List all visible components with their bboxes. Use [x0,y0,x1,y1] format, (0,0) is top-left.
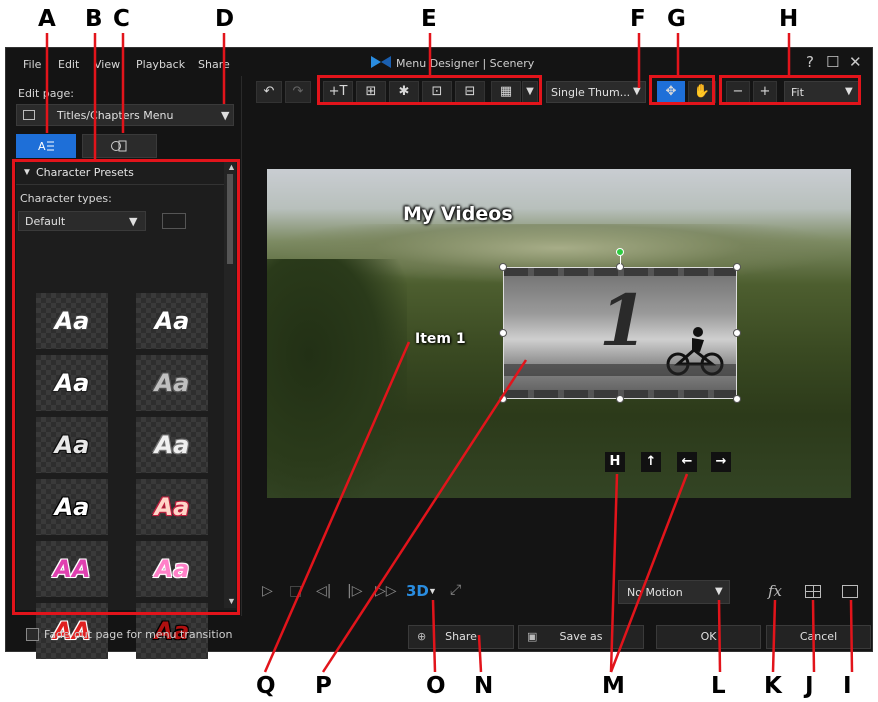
callout-o: O [426,673,446,699]
callout-p: P [315,673,332,699]
stop-icon[interactable]: □ [289,583,302,599]
callout-g: G [667,6,686,32]
thumbnail-layout-dropdown[interactable]: Single Thum... ▼ [546,81,646,103]
grid-lines-icon[interactable] [842,585,858,598]
fullscreen-icon[interactable]: ⤢ [450,582,461,598]
resize-handle[interactable] [499,263,507,271]
fast-forward-icon[interactable]: ▷▷ [375,583,397,599]
chevron-down-icon: ▼ [633,86,641,97]
fade-out-label: Fade-out page for menu transition [44,628,233,641]
menu-playback[interactable]: Playback [136,58,185,71]
3d-mode-button[interactable]: 3D [406,582,429,600]
resize-handle[interactable] [499,395,507,403]
object-tools-highlight [317,75,542,105]
menu-title-text[interactable]: My Videos [403,203,513,225]
edit-page-dropdown[interactable]: Titles/Chapters Menu ▼ [16,104,234,126]
save-as-button[interactable]: ▣ Save as [518,625,644,649]
globe-icon: ⊕ [417,630,427,643]
menu-item-text[interactable]: Item 1 [415,331,466,347]
menu-edit[interactable]: Edit [58,58,79,71]
tab-character[interactable]: A [16,134,76,158]
rotate-handle-stem [620,256,621,264]
next-frame-icon[interactable]: |▷ [347,583,362,599]
callout-f: F [630,6,646,32]
svg-text:A: A [38,140,46,153]
page-icon [23,110,35,120]
save-as-label: Save as [559,630,603,643]
resize-handle[interactable] [616,263,624,271]
close-icon[interactable]: ✕ [849,53,862,71]
cancel-button[interactable]: Cancel [766,625,871,649]
edit-page-label: Edit page: [18,87,74,100]
resize-handle[interactable] [733,263,741,271]
effects-fx-icon[interactable]: fx [768,582,782,600]
callout-a: A [38,6,56,32]
redo-icon[interactable]: ↷ [285,81,311,103]
up-nav-button[interactable]: ↑ [641,452,661,472]
play-icon[interactable]: ▷ [262,583,273,599]
text-style-icon: A [38,140,54,153]
resize-handle[interactable] [733,395,741,403]
window-title: Menu Designer | Scenery [396,57,535,70]
rotate-handle[interactable] [616,248,624,256]
thumbnail-layout-value: Single Thum... [551,86,631,99]
mode-tools-highlight [649,75,715,105]
chapter-thumbnail[interactable]: 1 [503,267,737,399]
3d-dropdown-icon[interactable]: ▼ [428,586,437,596]
countdown-number: 1 [599,279,648,362]
chevron-down-icon: ▼ [221,109,230,122]
chevron-down-icon: ▼ [715,586,723,597]
preview-canvas[interactable]: My Videos Item 1 1 H ↑ ← → [267,169,851,498]
menu-share[interactable]: Share [198,58,230,71]
callout-m: M [602,673,625,699]
menu-view[interactable]: View [94,58,120,71]
next-nav-button[interactable]: → [711,452,731,472]
callout-j: J [805,673,814,699]
callout-i: I [843,673,852,699]
callout-q: Q [256,673,276,699]
home-nav-button[interactable]: H [605,452,625,472]
zoom-tools-highlight [719,75,861,105]
callout-n: N [474,673,494,699]
share-button[interactable]: ⊕ Share [408,625,514,649]
callout-e: E [421,6,437,32]
resize-handle[interactable] [733,329,741,337]
motion-value: No Motion [627,586,683,599]
motion-dropdown[interactable]: No Motion ▼ [618,580,730,604]
menu-properties-icon [111,140,127,152]
previous-nav-button[interactable]: ← [677,452,697,472]
resize-handle[interactable] [499,329,507,337]
help-icon[interactable]: ? [806,53,814,71]
presets-highlight [12,159,240,615]
callout-b: B [85,6,103,32]
ok-button[interactable]: OK [656,625,761,649]
app-logo-icon [371,55,391,68]
panel-splitter[interactable] [241,76,242,616]
callout-d: D [215,6,235,32]
tab-menu-properties[interactable] [82,134,157,158]
callout-c: C [113,6,130,32]
save-icon: ▣ [527,630,538,643]
resize-handle[interactable] [616,395,624,403]
share-label: Share [445,630,477,643]
safe-zone-icon[interactable] [805,585,821,598]
menu-file[interactable]: File [23,58,41,71]
undo-icon[interactable]: ↶ [256,81,282,103]
callout-l: L [711,673,726,699]
callout-h-top: H [779,6,799,32]
maximize-icon[interactable]: ☐ [826,53,839,71]
previous-frame-icon[interactable]: ◁| [316,583,331,599]
edit-page-value: Titles/Chapters Menu [57,109,174,122]
fade-out-checkbox[interactable] [26,628,39,641]
tree-left [267,259,407,498]
horizon-band [504,364,736,376]
callout-k: K [764,673,782,699]
